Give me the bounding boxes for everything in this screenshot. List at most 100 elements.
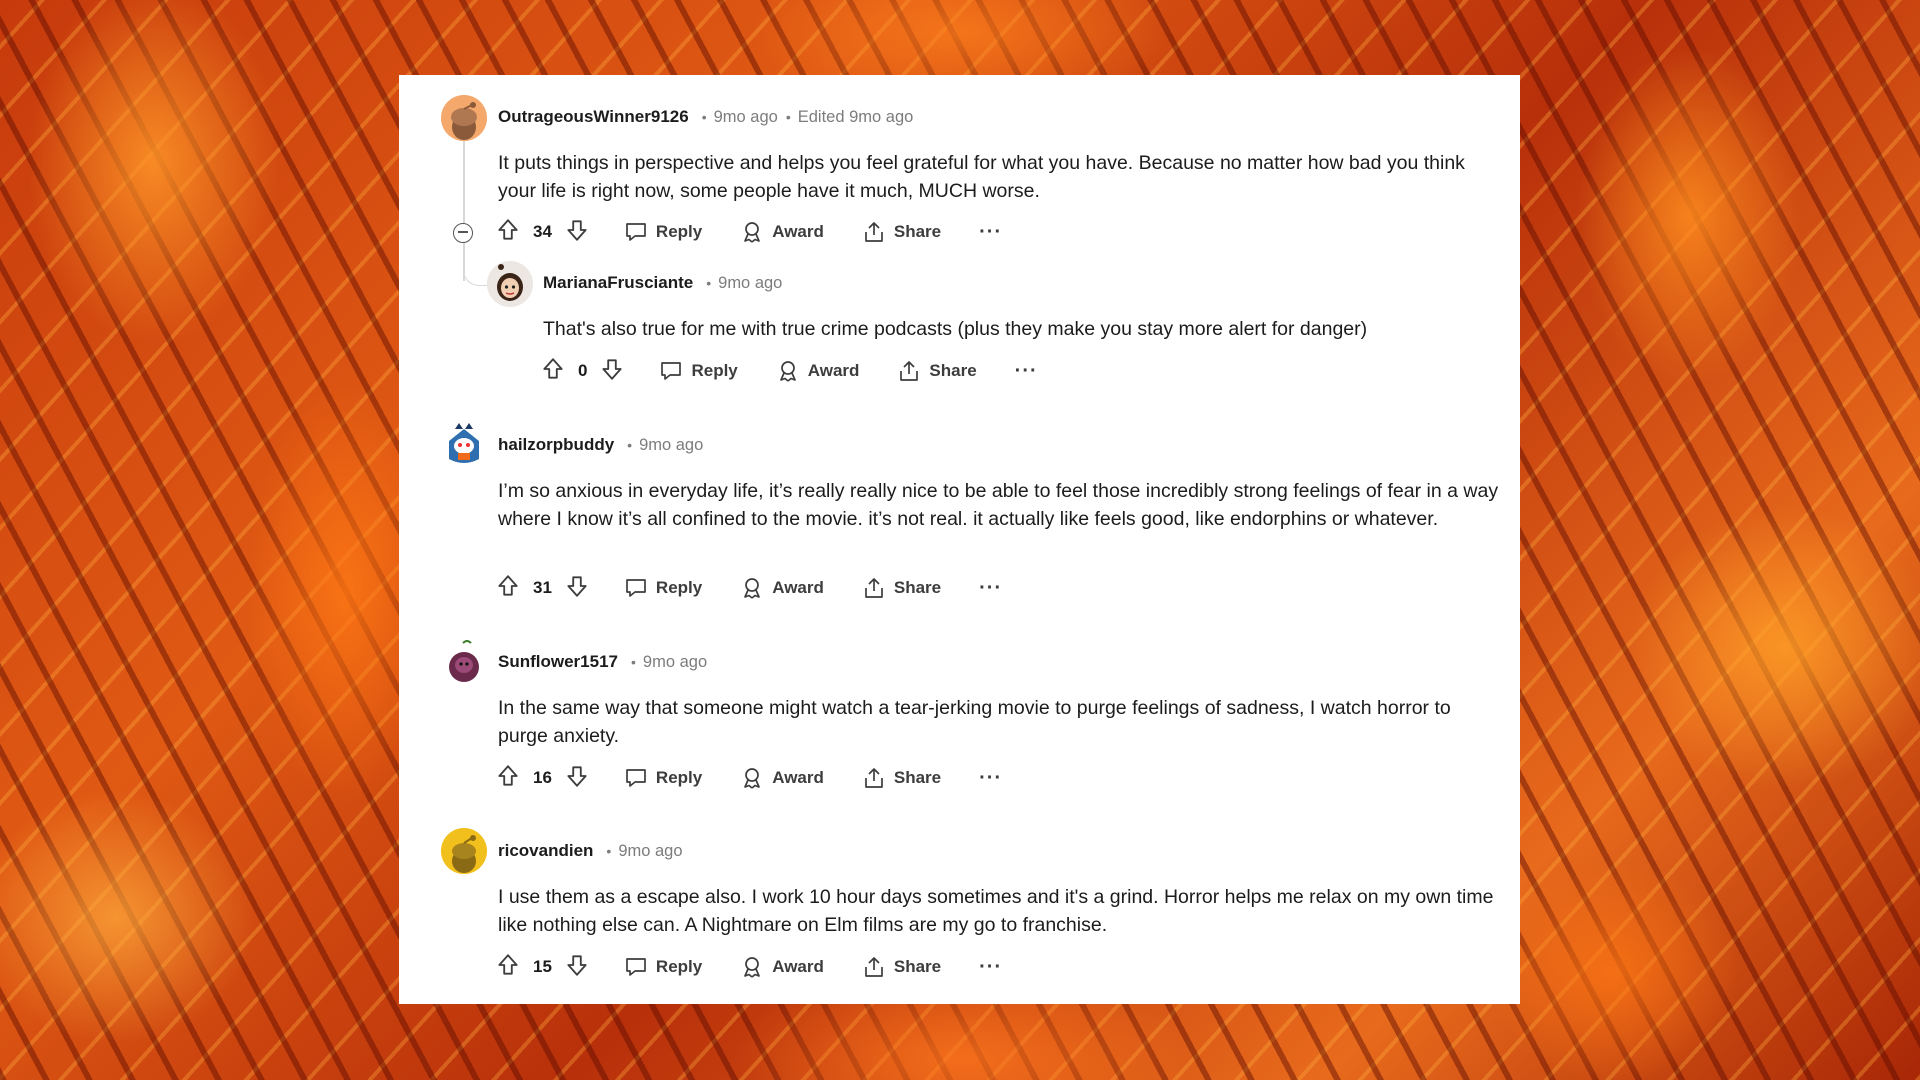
comment-body: In the same way that someone might watch… [498,697,1451,747]
comment-actions: 34 Reply Award Share ··· [495,217,1002,247]
share-button[interactable]: Share [862,766,941,790]
vote-score: 0 [578,361,588,380]
snoo-avatar-icon [441,828,487,874]
comment-meta: hailzorpbuddy • 9mo ago [498,435,704,455]
award-icon [744,768,761,789]
share-button[interactable]: Share [897,359,977,383]
share-label: Share [893,222,942,241]
reply-label: Reply [655,578,703,597]
upvote-icon[interactable] [495,217,521,248]
comment-actions: 16 Reply Award Share ··· [495,763,1002,793]
more-options-icon[interactable]: ··· [979,956,1002,979]
thread-connector [463,243,490,286]
comment-body: I’m so anxious in everyday life, it’s re… [498,480,1499,530]
comment-actions: 0 Reply Award Share ··· [540,356,1038,386]
upvote-icon[interactable] [495,573,521,604]
reply-button[interactable]: Reply [624,955,702,979]
downvote-icon[interactable] [564,763,590,794]
username[interactable]: ricovandien [498,841,593,861]
timestamp[interactable]: 9mo ago [714,108,778,127]
timestamp[interactable]: 9mo ago [718,274,782,293]
award-label: Award [772,768,824,787]
award-label: Award [772,957,824,976]
downvote-icon[interactable] [564,952,590,983]
award-label: Award [772,222,824,241]
reply-icon [626,579,646,597]
more-options-icon[interactable]: ··· [979,221,1002,244]
comment-actions: 31 Reply Award Share ··· [495,573,1002,603]
username[interactable]: hailzorpbuddy [498,435,614,455]
timestamp[interactable]: 9mo ago [643,653,707,672]
reply-icon [626,958,646,976]
comment-meta: OutrageousWinner9126 • 9mo ago • Edited … [498,107,914,127]
timestamp[interactable]: 9mo ago [639,436,703,455]
award-icon [779,361,796,382]
award-button[interactable]: Award [740,955,824,979]
comment-body: I use them as a escape also. I work 10 h… [498,886,1494,936]
timestamp[interactable]: 9mo ago [618,842,682,861]
reply-button[interactable]: Reply [624,220,702,244]
award-label: Award [772,578,824,597]
award-button[interactable]: Award [776,359,860,383]
share-label: Share [893,768,942,787]
share-icon [865,222,883,242]
share-button[interactable]: Share [862,576,941,600]
vote-score: 16 [533,768,552,787]
downvote-icon[interactable] [564,573,590,604]
user-avatar[interactable] [441,639,487,685]
comment-meta: ricovandien • 9mo ago [498,841,683,861]
reply-label: Reply [655,768,703,787]
downvote-icon[interactable] [599,356,625,387]
username[interactable]: Sunflower1517 [498,652,618,672]
reply-icon [661,362,682,380]
reply-icon [626,769,646,787]
reply-icon [626,223,646,241]
share-label: Share [929,361,977,380]
share-button[interactable]: Share [862,220,941,244]
comment-body: That's also true for me with true crime … [543,318,1368,340]
comment-actions: 15 Reply Award Share ··· [495,952,1002,982]
reply-button[interactable]: Reply [624,766,702,790]
snoo-avatar-icon [441,639,487,685]
award-button[interactable]: Award [740,220,824,244]
share-icon [865,768,883,788]
user-avatar[interactable] [441,95,487,141]
reply-button[interactable]: Reply [659,359,738,383]
award-button[interactable]: Award [740,766,824,790]
snoo-avatar-icon [441,95,487,141]
share-icon [865,578,883,598]
upvote-icon[interactable] [495,763,521,794]
collapse-thread-icon[interactable] [453,223,473,243]
comments-card: OutrageousWinner9126 • 9mo ago • Edited … [399,75,1520,1004]
reply-label: Reply [655,222,703,241]
user-avatar[interactable] [441,421,487,467]
comment-meta: Sunflower1517 • 9mo ago [498,652,708,672]
edited-label: Edited 9mo ago [797,107,914,126]
username[interactable]: MarianaFrusciante [543,273,693,293]
username[interactable]: OutrageousWinner9126 [498,107,689,127]
share-label: Share [893,578,942,597]
more-options-icon[interactable]: ··· [979,577,1002,600]
comment-meta: MarianaFrusciante • 9mo ago [543,273,783,293]
reply-button[interactable]: Reply [624,576,702,600]
more-options-icon[interactable]: ··· [979,767,1002,790]
share-label: Share [893,957,942,976]
more-options-icon[interactable]: ··· [1015,360,1038,383]
share-icon [865,957,883,977]
share-icon [900,361,919,381]
reply-label: Reply [691,361,738,380]
upvote-icon[interactable] [495,952,521,983]
award-icon [744,222,761,243]
user-avatar[interactable] [487,261,533,307]
vote-score: 15 [533,957,552,976]
user-avatar[interactable] [441,828,487,874]
downvote-icon[interactable] [564,217,590,248]
vote-score: 31 [533,578,552,597]
award-button[interactable]: Award [740,576,824,600]
share-button[interactable]: Share [862,955,941,979]
snoo-avatar-icon [487,261,533,307]
comment-body: It puts things in perspective and helps … [498,152,1465,202]
award-label: Award [807,361,860,380]
snoo-avatar-icon [441,421,487,467]
upvote-icon[interactable] [540,356,566,387]
